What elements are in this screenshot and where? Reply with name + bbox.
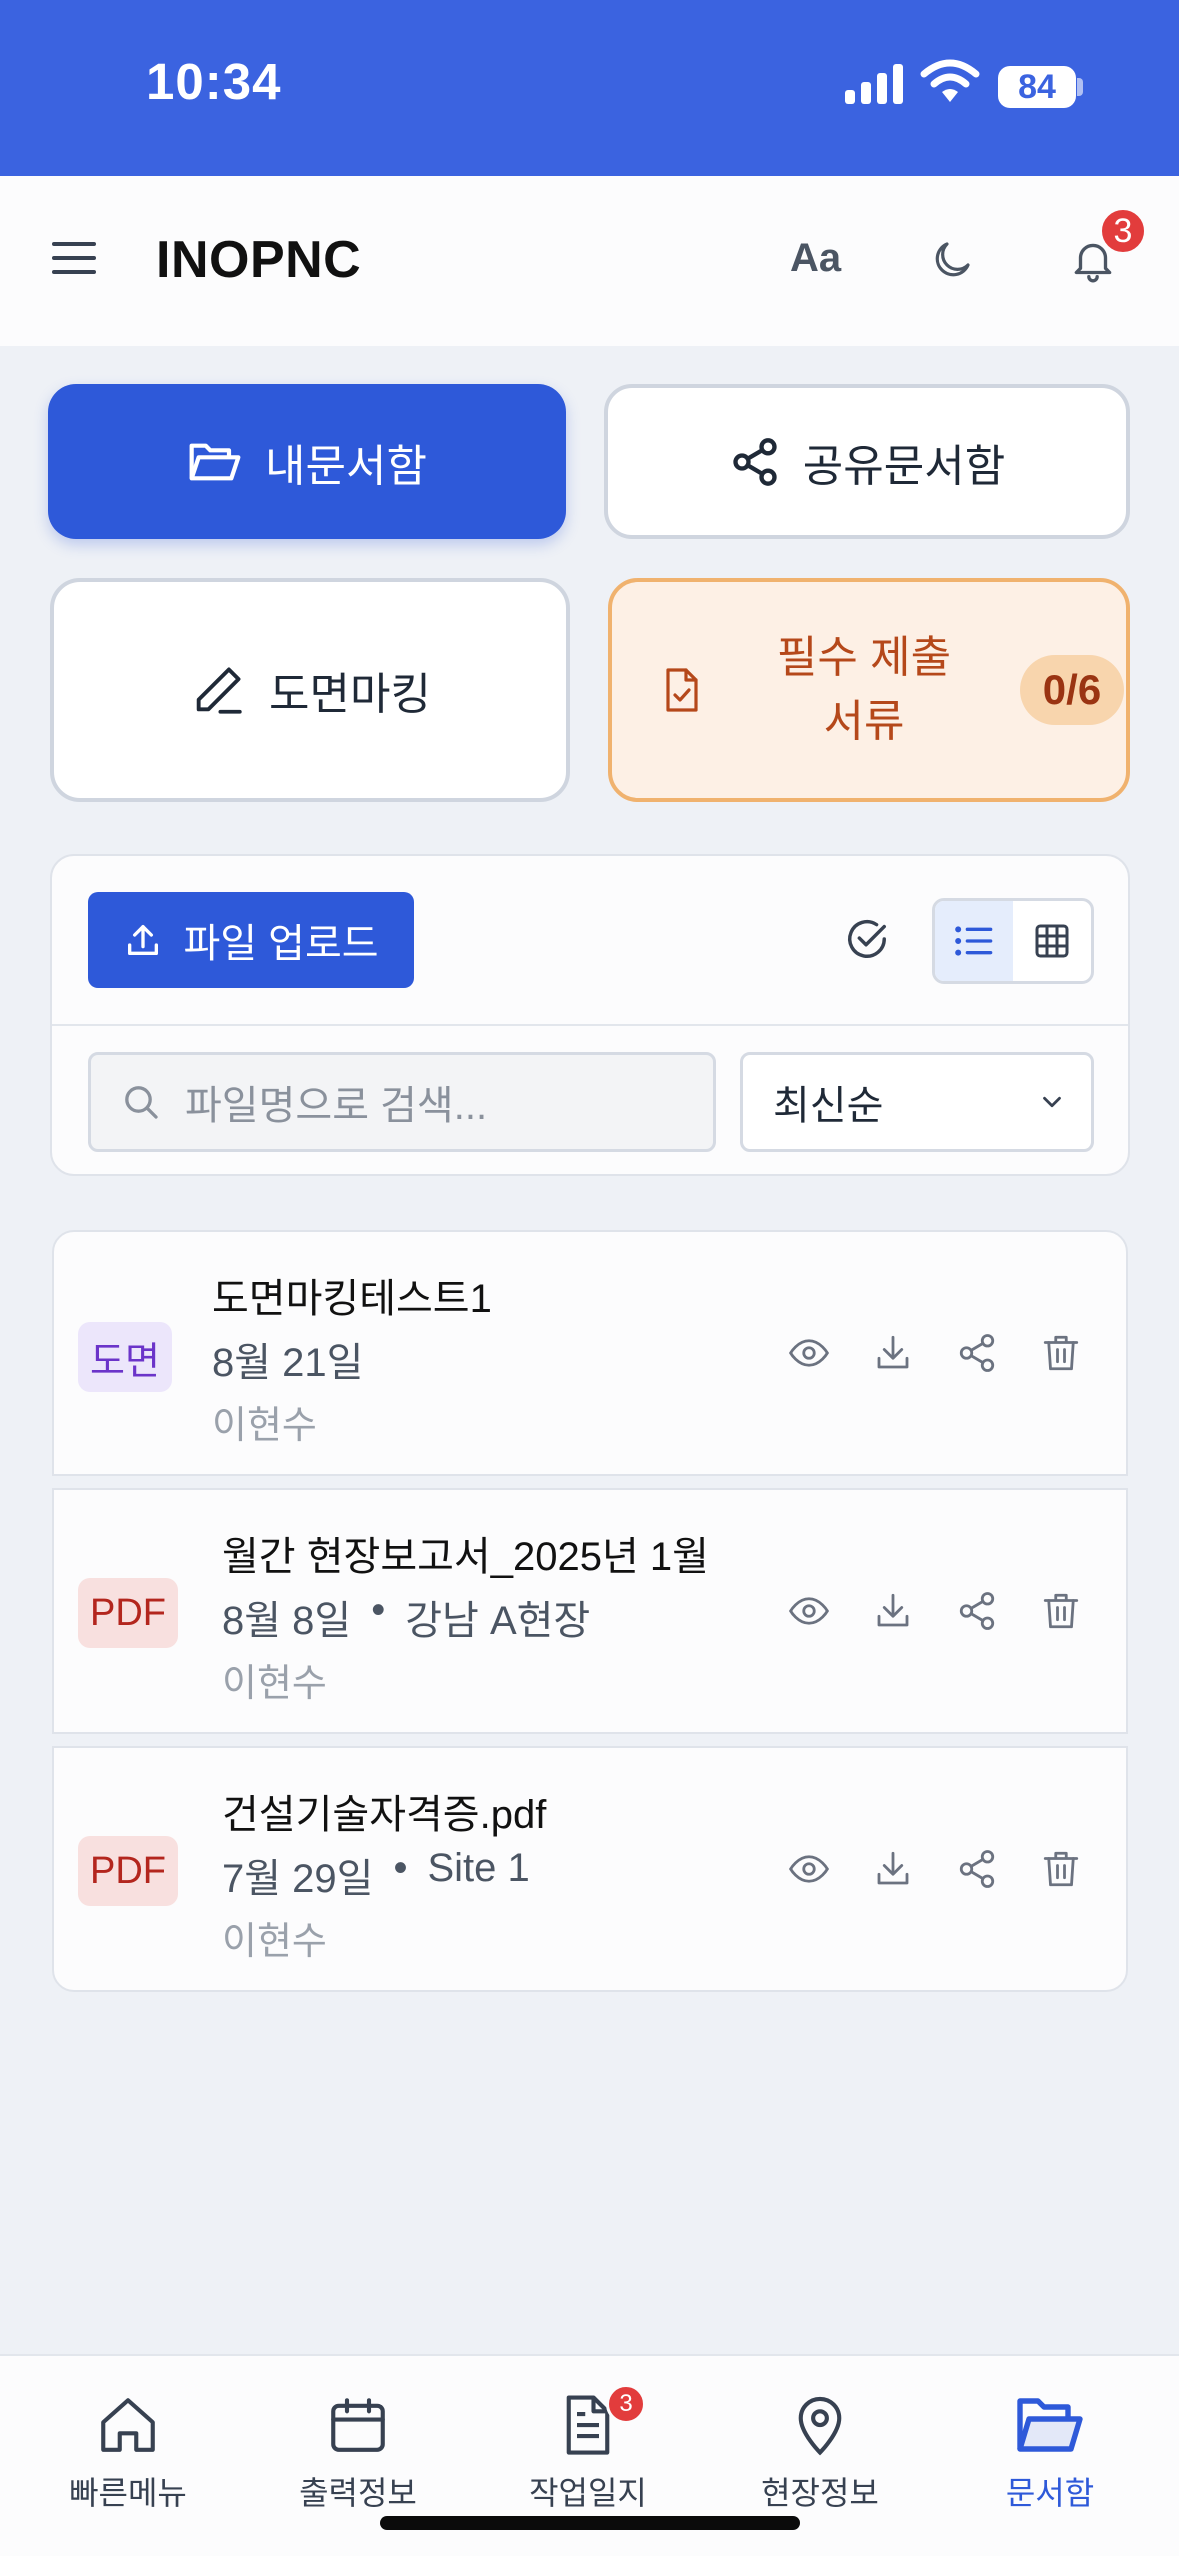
nav-label: 현장정보 (761, 2475, 879, 2511)
file-list-item[interactable]: 도면 도면마킹테스트1 8월 21일 이현수 (52, 1230, 1128, 1476)
file-upload-label: 파일 업로드 (183, 922, 379, 966)
nav-quick-menu[interactable]: 빠른메뉴 (28, 2392, 228, 2514)
file-owner: 이현수 (222, 1663, 327, 1705)
file-name: 월간 현장보고서_2025년 1월 (222, 1535, 709, 1579)
file-type-badge: 도면 (78, 1322, 172, 1392)
status-bar: 10:34 84 (0, 0, 1179, 176)
file-site: Site 1 (427, 1846, 530, 1890)
shared-documents-label: 공유문서함 (802, 441, 1006, 491)
file-list-item[interactable]: PDF 월간 현장보고서_2025년 1월 8월 8일 • 강남 A현장 이현수 (52, 1488, 1128, 1734)
required-documents-button[interactable]: 필수 제출 서류 0/6 (608, 578, 1130, 802)
chevron-down-icon (1037, 1087, 1067, 1117)
upload-icon (123, 920, 163, 960)
calendar-icon (325, 2392, 391, 2458)
list-view-button[interactable] (935, 901, 1013, 981)
home-icon (95, 2392, 161, 2458)
file-meta: 7월 29일 • Site 1 (222, 1846, 530, 1904)
file-actions (788, 1590, 1082, 1632)
file-check-icon (662, 666, 702, 714)
trash-icon[interactable] (1040, 1848, 1082, 1890)
file-search-input[interactable]: 파일명으로 검색... (88, 1052, 716, 1152)
my-documents-button[interactable]: 내문서함 (48, 384, 566, 539)
nav-label: 빠른메뉴 (69, 2475, 187, 2511)
search-placeholder: 파일명으로 검색... (185, 1084, 488, 1128)
battery-indicator: 84 (998, 66, 1076, 108)
file-type-badge: PDF (78, 1836, 178, 1906)
file-name: 도면마킹테스트1 (212, 1277, 492, 1321)
my-documents-label: 내문서함 (265, 441, 427, 491)
view-mode-toggle (932, 898, 1094, 984)
file-toolbar-panel: 파일 업로드 파일명으로 검색... 최신순 (50, 854, 1130, 1176)
app-header: INOPNC Aa 3 (0, 176, 1179, 346)
drawing-marking-button[interactable]: 도면마킹 (50, 578, 570, 802)
share-icon[interactable] (956, 1590, 998, 1632)
meta-separator: • (393, 1846, 408, 1890)
meta-separator: • (371, 1588, 386, 1632)
menu-icon[interactable] (50, 238, 100, 278)
required-documents-count: 0/6 (1020, 655, 1124, 725)
pen-icon (189, 661, 247, 719)
file-owner: 이현수 (212, 1405, 317, 1447)
select-mode-icon[interactable] (844, 916, 890, 962)
file-date: 7월 29일 (222, 1857, 374, 1901)
cellular-signal-icon (845, 62, 905, 106)
file-actions (788, 1848, 1082, 1890)
dark-mode-icon[interactable] (928, 236, 976, 284)
search-icon (121, 1082, 161, 1122)
folder-open-icon (1014, 2392, 1086, 2458)
app-title: INOPNC (156, 231, 362, 289)
home-indicator (380, 2516, 800, 2530)
sort-select[interactable]: 최신순 (740, 1052, 1094, 1152)
file-date: 8월 21일 (212, 1341, 364, 1385)
required-documents-label-line1: 필수 제출 (776, 633, 952, 682)
nav-label: 문서함 (1005, 2475, 1095, 2511)
view-eye-icon[interactable] (788, 1848, 830, 1890)
grid-view-button[interactable] (1013, 901, 1091, 981)
nav-label: 작업일지 (529, 2475, 647, 2511)
notification-badge: 3 (1098, 206, 1148, 256)
nav-output-info[interactable]: 출력정보 (258, 2392, 458, 2514)
sort-selected-value: 최신순 (773, 1084, 884, 1128)
map-pin-icon (787, 2392, 853, 2458)
file-owner: 이현수 (222, 1921, 327, 1963)
file-site: 강남 A현장 (405, 1599, 591, 1643)
font-size-toggle[interactable]: Aa (790, 236, 841, 281)
view-eye-icon[interactable] (788, 1590, 830, 1632)
work-log-badge: 3 (606, 2384, 646, 2424)
required-documents-label-line2: 서류 (823, 697, 905, 746)
file-upload-button[interactable]: 파일 업로드 (88, 892, 414, 988)
file-name: 건설기술자격증.pdf (222, 1793, 547, 1837)
file-date: 8월 8일 (222, 1599, 352, 1643)
share-icon[interactable] (956, 1848, 998, 1890)
view-eye-icon[interactable] (788, 1332, 830, 1374)
download-icon[interactable] (872, 1590, 914, 1632)
trash-icon[interactable] (1040, 1332, 1082, 1374)
share-icon[interactable] (956, 1332, 998, 1374)
file-meta: 8월 8일 • 강남 A현장 (222, 1588, 590, 1646)
battery-cap (1077, 78, 1083, 96)
toolbar-divider (52, 1024, 1128, 1026)
file-actions (788, 1332, 1082, 1374)
wifi-icon (920, 58, 980, 106)
nav-work-log[interactable]: 작업일지 3 (488, 2384, 688, 2514)
nav-site-info[interactable]: 현장정보 (720, 2392, 920, 2514)
required-documents-text: 필수 제출 서류 (754, 626, 974, 754)
share-icon (729, 435, 781, 489)
folder-open-icon (187, 438, 243, 486)
status-time: 10:34 (146, 53, 282, 110)
grid-view-icon (1032, 921, 1072, 961)
nav-label: 출력정보 (299, 2475, 417, 2511)
file-type-badge: PDF (78, 1578, 178, 1648)
file-list-item[interactable]: PDF 건설기술자격증.pdf 7월 29일 • Site 1 이현수 (52, 1746, 1128, 1992)
drawing-marking-label: 도면마킹 (269, 670, 431, 719)
download-icon[interactable] (872, 1848, 914, 1890)
list-view-icon (954, 923, 994, 959)
trash-icon[interactable] (1040, 1590, 1082, 1632)
download-icon[interactable] (872, 1332, 914, 1374)
shared-documents-button[interactable]: 공유문서함 (604, 384, 1130, 539)
nav-document-box[interactable]: 문서함 (950, 2392, 1150, 2514)
